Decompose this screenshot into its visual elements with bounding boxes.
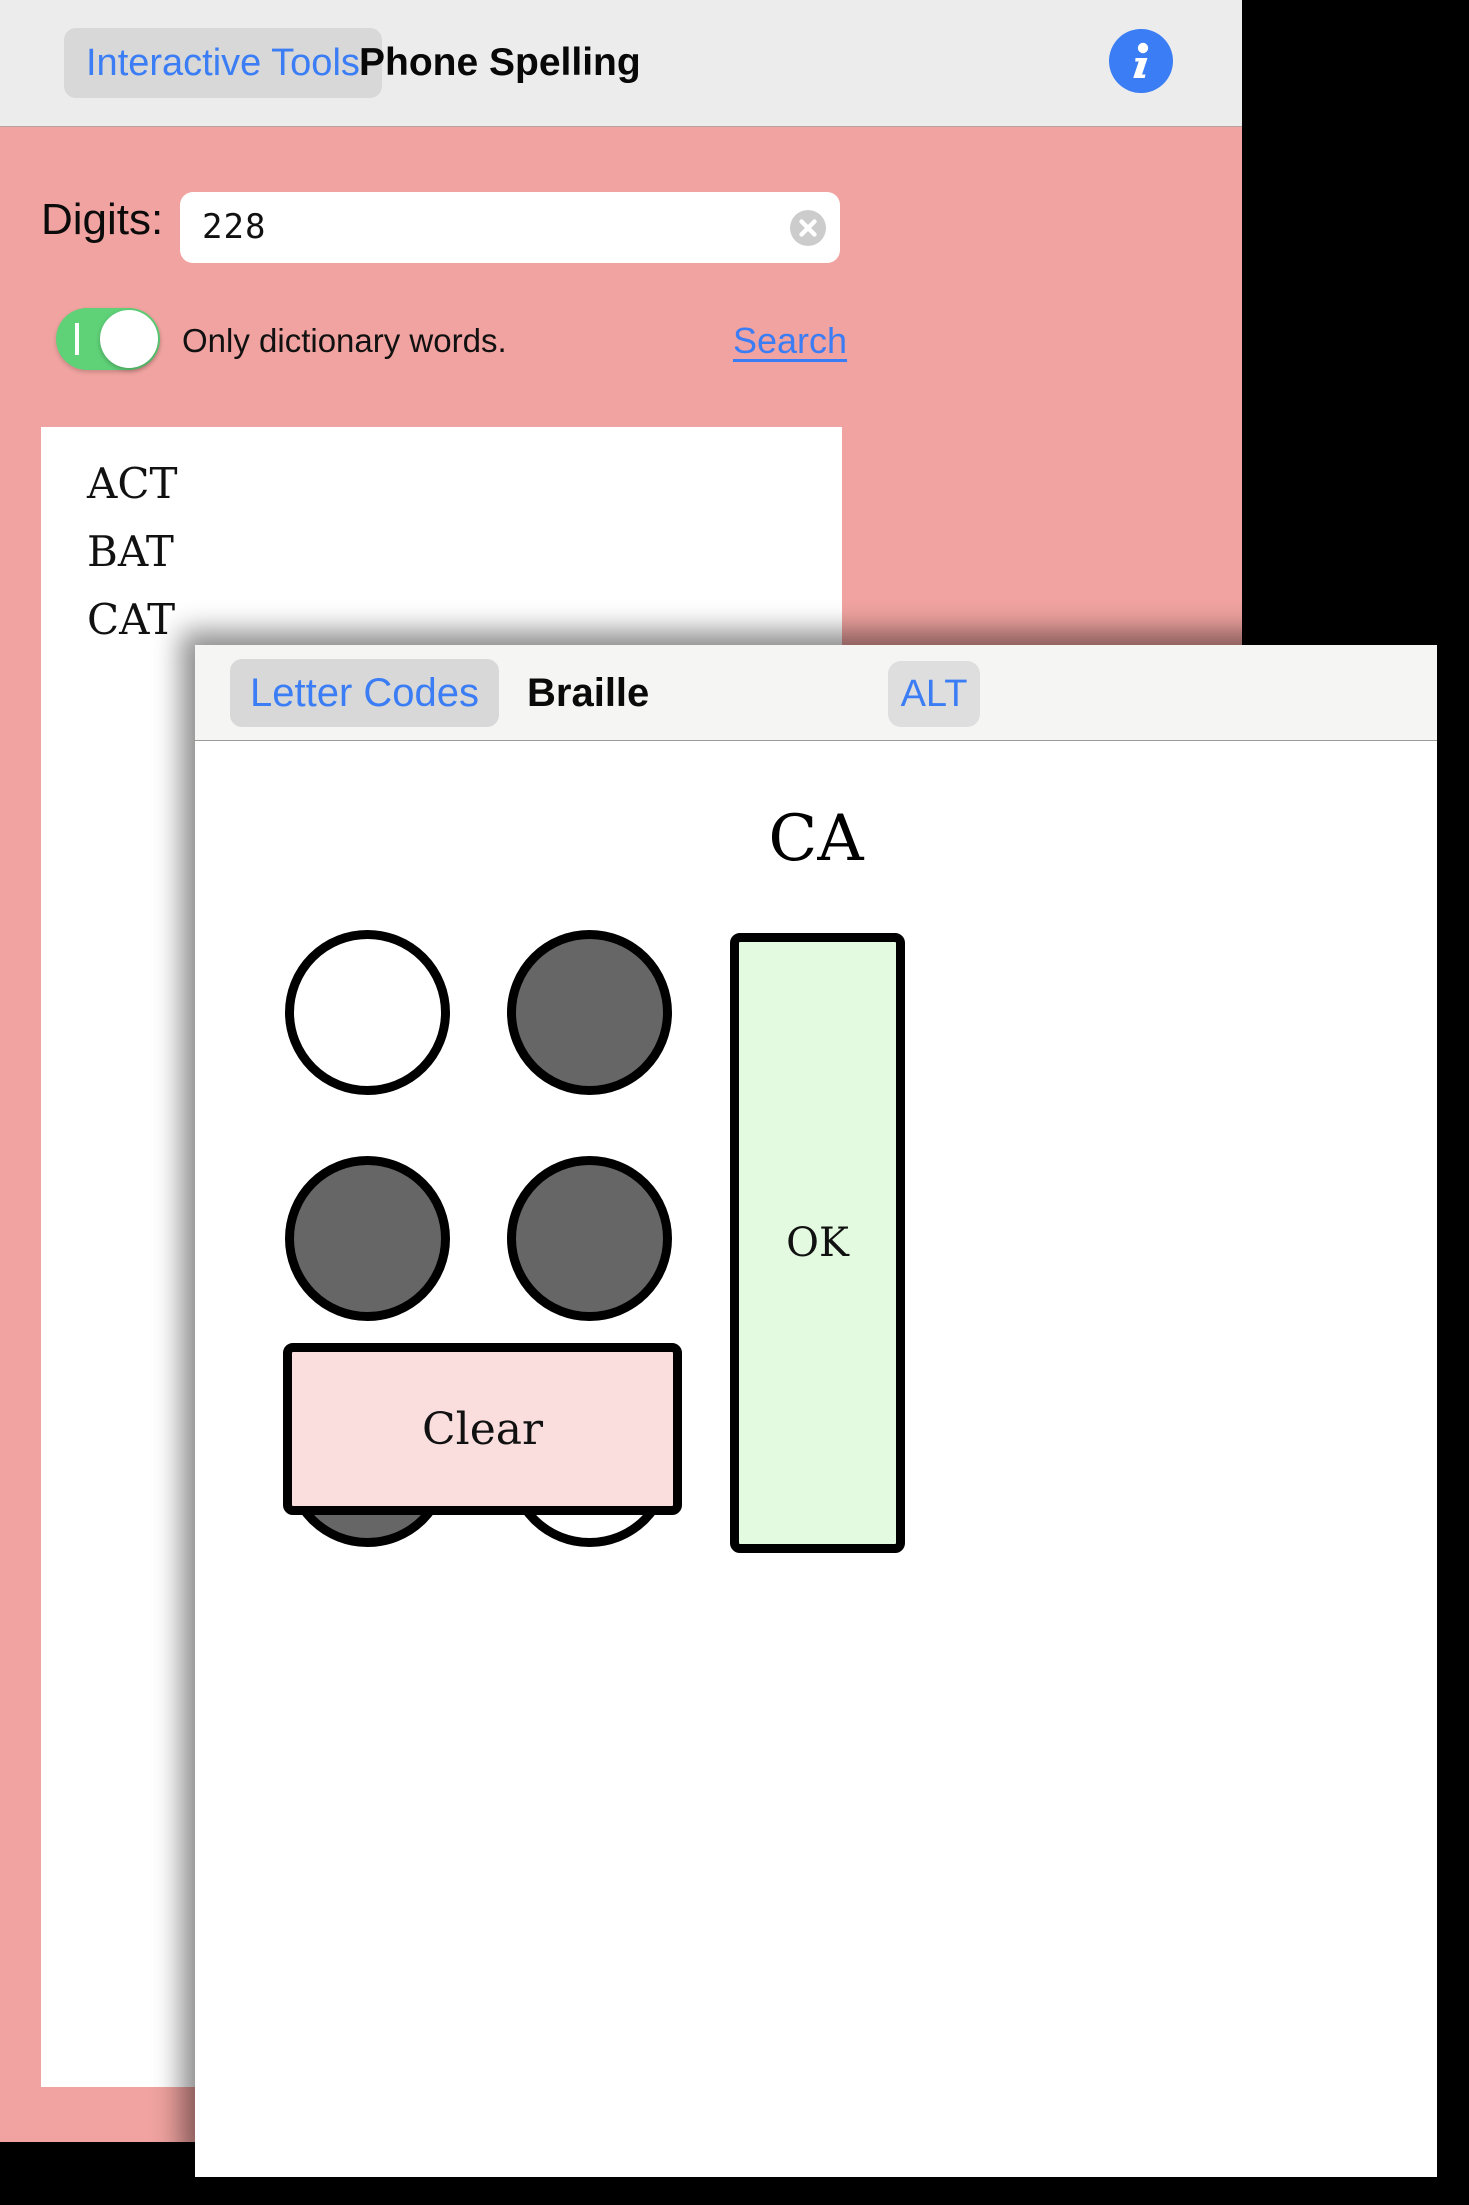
app-navigation-bar: Interactive Tools Phone Spelling [0, 0, 1242, 127]
back-button-interactive-tools[interactable]: Interactive Tools [64, 28, 382, 98]
braille-dot-1[interactable] [285, 930, 450, 1095]
digits-input[interactable]: 228 [180, 192, 840, 263]
list-item[interactable]: CAT [41, 591, 842, 649]
braille-dot-5[interactable] [507, 1156, 672, 1321]
back-button-label: Letter Codes [250, 670, 480, 715]
info-icon[interactable] [1108, 28, 1174, 94]
braille-row [285, 1156, 685, 1321]
clear-button[interactable]: Clear [283, 1343, 682, 1515]
page-title: Phone Spelling [359, 41, 641, 84]
digits-input-value: 228 [202, 207, 267, 247]
only-dictionary-words-label: Only dictionary words. [182, 322, 507, 359]
braille-row [285, 930, 685, 1095]
back-button-label: Interactive Tools [86, 41, 360, 84]
toggle-knob [100, 310, 158, 368]
alt-button-label: ALT [900, 672, 968, 715]
clear-button-label: Clear [421, 1403, 544, 1455]
braille-modal: Letter Codes Braille ALT CA OK Clear [195, 645, 1437, 2177]
list-item[interactable]: ACT [41, 455, 842, 513]
only-dictionary-words-toggle[interactable] [56, 308, 160, 370]
modal-navigation-bar: Letter Codes Braille ALT [195, 645, 1437, 741]
back-button-letter-codes[interactable]: Letter Codes [230, 659, 500, 727]
ok-button[interactable]: OK [730, 933, 905, 1553]
clear-circle-x-icon[interactable] [790, 209, 826, 246]
toggle-on-marker [75, 323, 79, 355]
search-link[interactable]: Search [733, 320, 847, 362]
alt-button[interactable]: ALT [888, 661, 980, 727]
ok-button-label: OK [786, 1220, 849, 1266]
current-letter-display: CA [768, 802, 864, 876]
results-list: ACT BAT CAT [41, 427, 842, 649]
digits-label: Digits: [41, 195, 164, 244]
braille-dot-4[interactable] [507, 930, 672, 1095]
list-item[interactable]: BAT [41, 523, 842, 581]
modal-title: Braille [527, 671, 650, 715]
braille-dot-2[interactable] [285, 1156, 450, 1321]
